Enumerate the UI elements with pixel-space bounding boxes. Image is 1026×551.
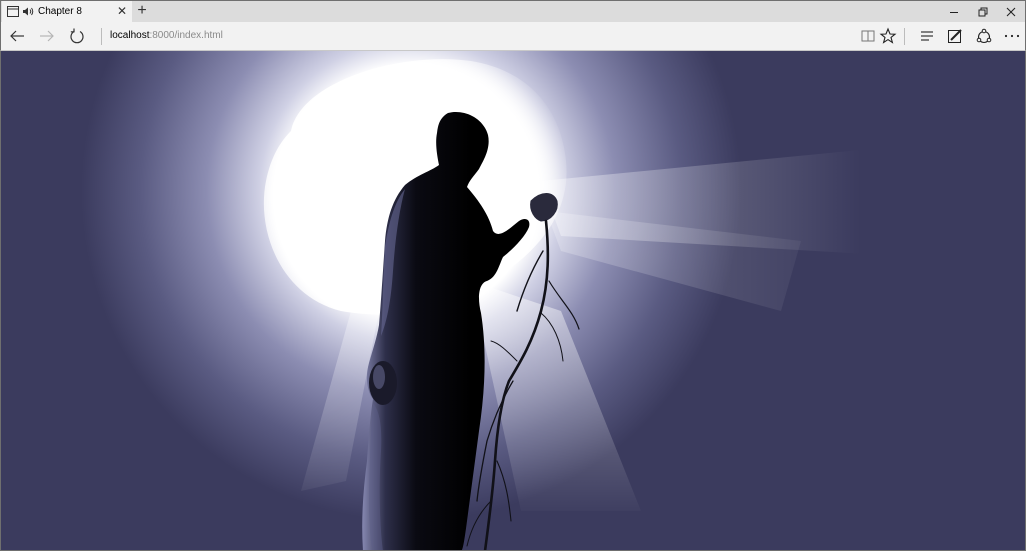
navigation-bar: localhost:8000/index.html bbox=[0, 22, 1026, 51]
ellipsis-icon[interactable] bbox=[1003, 27, 1021, 45]
webgl-canvas[interactable] bbox=[0, 51, 1026, 551]
star-icon[interactable] bbox=[879, 27, 897, 45]
new-tab-button[interactable]: + bbox=[134, 3, 150, 19]
scene-render bbox=[1, 51, 1025, 550]
refresh-icon[interactable] bbox=[68, 27, 86, 45]
book-icon[interactable] bbox=[859, 27, 877, 45]
pen-icon[interactable] bbox=[946, 27, 964, 45]
share-icon[interactable] bbox=[975, 27, 993, 45]
address-separator bbox=[101, 28, 102, 45]
speaker-icon[interactable] bbox=[22, 6, 34, 17]
url-path: :8000/index.html bbox=[149, 30, 223, 41]
page-icon bbox=[7, 6, 19, 17]
close-icon[interactable] bbox=[995, 1, 1026, 23]
tab-strip: Chapter 8 ✕ + bbox=[0, 0, 1026, 23]
tab-title: Chapter 8 bbox=[38, 6, 82, 17]
close-tab-icon[interactable]: ✕ bbox=[116, 5, 128, 17]
tab-chapter-8[interactable]: Chapter 8 ✕ bbox=[2, 1, 132, 23]
arrow-left-icon[interactable] bbox=[8, 27, 26, 45]
toolbar-divider bbox=[904, 28, 905, 45]
address-bar[interactable]: localhost:8000/index.html bbox=[110, 30, 223, 41]
arrow-right-icon[interactable] bbox=[38, 27, 56, 45]
hub-icon[interactable] bbox=[918, 27, 936, 45]
url-host: localhost bbox=[110, 30, 150, 41]
restore-icon[interactable] bbox=[966, 1, 998, 23]
